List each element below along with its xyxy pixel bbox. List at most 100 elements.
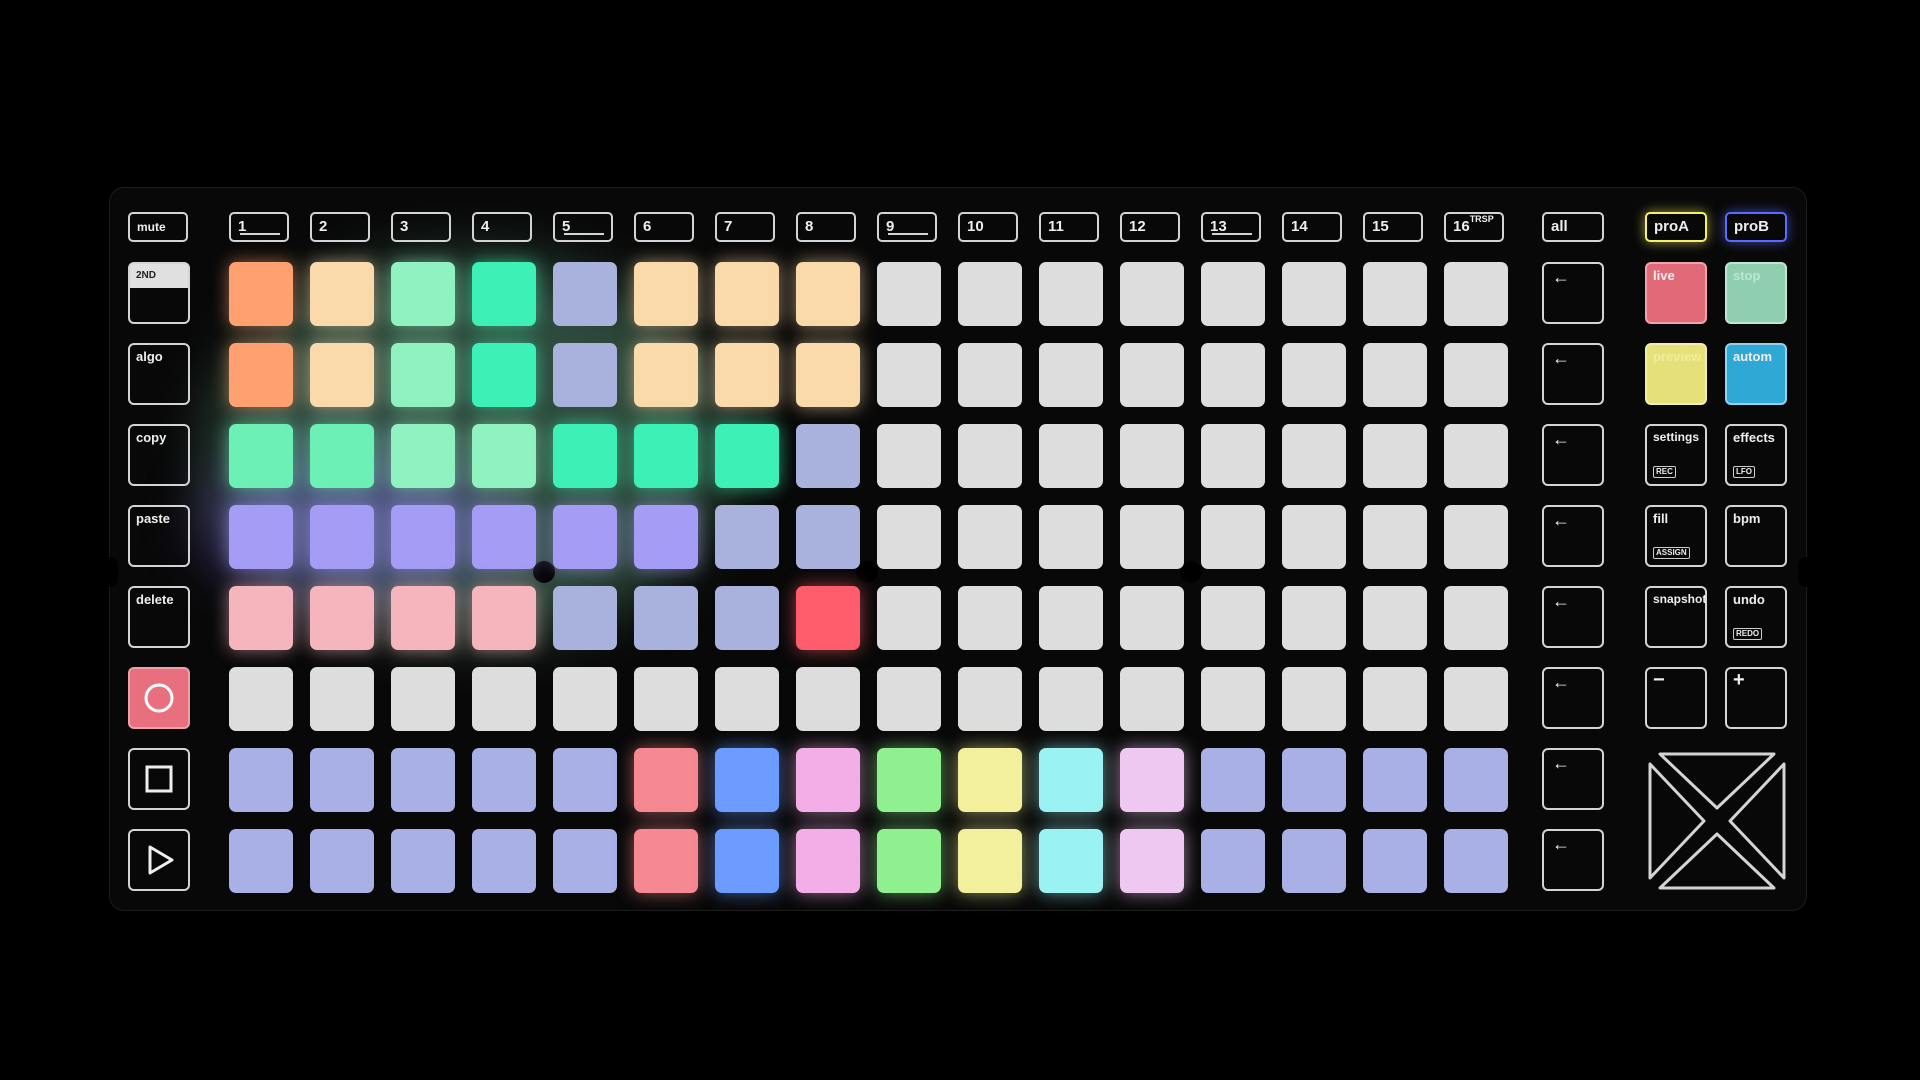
pad-r7-c14[interactable] <box>1282 748 1346 812</box>
pad-r3-c7[interactable] <box>715 424 779 488</box>
pad-r8-c16[interactable] <box>1444 829 1508 893</box>
copy-button[interactable]: copy <box>128 424 190 486</box>
row-select-button-6[interactable]: ← <box>1542 667 1604 729</box>
pad-r1-c16[interactable] <box>1444 262 1508 326</box>
minus-button[interactable]: − <box>1645 667 1707 729</box>
pad-r2-c1[interactable] <box>229 343 293 407</box>
pad-r7-c6[interactable] <box>634 748 698 812</box>
pad-r1-c13[interactable] <box>1201 262 1265 326</box>
pad-r8-c2[interactable] <box>310 829 374 893</box>
pad-r3-c12[interactable] <box>1120 424 1184 488</box>
pad-r1-c4[interactable] <box>472 262 536 326</box>
pad-r7-c2[interactable] <box>310 748 374 812</box>
pad-r4-c1[interactable] <box>229 505 293 569</box>
pad-r6-c7[interactable] <box>715 667 779 731</box>
settings-button[interactable]: settings REC <box>1645 424 1707 486</box>
row-select-button-2[interactable]: ← <box>1542 343 1604 405</box>
track-button-11[interactable]: 11 <box>1039 212 1099 242</box>
pad-r2-c9[interactable] <box>877 343 941 407</box>
bpm-button[interactable]: bpm <box>1725 505 1787 567</box>
pad-r8-c7[interactable] <box>715 829 779 893</box>
pad-r3-c3[interactable] <box>391 424 455 488</box>
pad-r7-c3[interactable] <box>391 748 455 812</box>
pad-r7-c10[interactable] <box>958 748 1022 812</box>
stop-mode-button[interactable]: stop <box>1725 262 1787 324</box>
pad-r8-c10[interactable] <box>958 829 1022 893</box>
x-dpad-icon[interactable] <box>1642 746 1792 896</box>
pad-r3-c11[interactable] <box>1039 424 1103 488</box>
track-button-3[interactable]: 3 <box>391 212 451 242</box>
all-button[interactable]: all <box>1542 212 1604 242</box>
pad-r6-c8[interactable] <box>796 667 860 731</box>
row-select-button-5[interactable]: ← <box>1542 586 1604 648</box>
pad-r2-c8[interactable] <box>796 343 860 407</box>
pad-r3-c15[interactable] <box>1363 424 1427 488</box>
track-button-16[interactable]: 16TRSP <box>1444 212 1504 242</box>
proA-button[interactable]: proA <box>1645 212 1707 242</box>
pad-r7-c16[interactable] <box>1444 748 1508 812</box>
pad-r2-c12[interactable] <box>1120 343 1184 407</box>
track-button-8[interactable]: 8 <box>796 212 856 242</box>
autom-button[interactable]: autom <box>1725 343 1787 405</box>
undo-button[interactable]: undo REDO <box>1725 586 1787 648</box>
row-select-button-8[interactable]: ← <box>1542 829 1604 891</box>
pad-r7-c11[interactable] <box>1039 748 1103 812</box>
pad-r5-c13[interactable] <box>1201 586 1265 650</box>
pad-r1-c15[interactable] <box>1363 262 1427 326</box>
pad-r6-c10[interactable] <box>958 667 1022 731</box>
pad-r2-c16[interactable] <box>1444 343 1508 407</box>
pad-r8-c5[interactable] <box>553 829 617 893</box>
row-select-button-4[interactable]: ← <box>1542 505 1604 567</box>
pad-r4-c4[interactable] <box>472 505 536 569</box>
pad-r6-c12[interactable] <box>1120 667 1184 731</box>
pad-r2-c11[interactable] <box>1039 343 1103 407</box>
pad-r5-c4[interactable] <box>472 586 536 650</box>
pad-r6-c4[interactable] <box>472 667 536 731</box>
pad-r5-c11[interactable] <box>1039 586 1103 650</box>
pad-r8-c3[interactable] <box>391 829 455 893</box>
pad-r2-c7[interactable] <box>715 343 779 407</box>
pad-r2-c4[interactable] <box>472 343 536 407</box>
pad-r4-c14[interactable] <box>1282 505 1346 569</box>
pad-r7-c9[interactable] <box>877 748 941 812</box>
pad-r2-c14[interactable] <box>1282 343 1346 407</box>
pad-r4-c2[interactable] <box>310 505 374 569</box>
algo-button[interactable]: algo <box>128 343 190 405</box>
pad-r8-c12[interactable] <box>1120 829 1184 893</box>
delete-button[interactable]: delete <box>128 586 190 648</box>
second-function-button[interactable]: 2ND <box>128 262 190 324</box>
pad-r4-c3[interactable] <box>391 505 455 569</box>
fill-button[interactable]: fill ASSIGN <box>1645 505 1707 567</box>
pad-r6-c14[interactable] <box>1282 667 1346 731</box>
pad-r5-c15[interactable] <box>1363 586 1427 650</box>
pad-r4-c9[interactable] <box>877 505 941 569</box>
pad-r8-c8[interactable] <box>796 829 860 893</box>
pad-r3-c16[interactable] <box>1444 424 1508 488</box>
pad-r8-c1[interactable] <box>229 829 293 893</box>
effects-button[interactable]: effects LFO <box>1725 424 1787 486</box>
track-button-12[interactable]: 12 <box>1120 212 1180 242</box>
pad-r4-c5[interactable] <box>553 505 617 569</box>
pad-r5-c10[interactable] <box>958 586 1022 650</box>
pad-r1-c8[interactable] <box>796 262 860 326</box>
pad-r4-c11[interactable] <box>1039 505 1103 569</box>
pad-r6-c6[interactable] <box>634 667 698 731</box>
pad-r1-c1[interactable] <box>229 262 293 326</box>
pad-r8-c6[interactable] <box>634 829 698 893</box>
play-button[interactable] <box>128 829 190 891</box>
pad-r8-c15[interactable] <box>1363 829 1427 893</box>
live-button[interactable]: live <box>1645 262 1707 324</box>
pad-r6-c13[interactable] <box>1201 667 1265 731</box>
pad-r1-c9[interactable] <box>877 262 941 326</box>
pad-r1-c6[interactable] <box>634 262 698 326</box>
track-button-14[interactable]: 14 <box>1282 212 1342 242</box>
row-select-button-7[interactable]: ← <box>1542 748 1604 810</box>
pad-r1-c2[interactable] <box>310 262 374 326</box>
preview-button[interactable]: preview <box>1645 343 1707 405</box>
track-button-13[interactable]: 13 <box>1201 212 1261 242</box>
pad-r3-c4[interactable] <box>472 424 536 488</box>
track-button-1[interactable]: 1 <box>229 212 289 242</box>
pad-r5-c9[interactable] <box>877 586 941 650</box>
pad-r3-c10[interactable] <box>958 424 1022 488</box>
pad-r1-c3[interactable] <box>391 262 455 326</box>
